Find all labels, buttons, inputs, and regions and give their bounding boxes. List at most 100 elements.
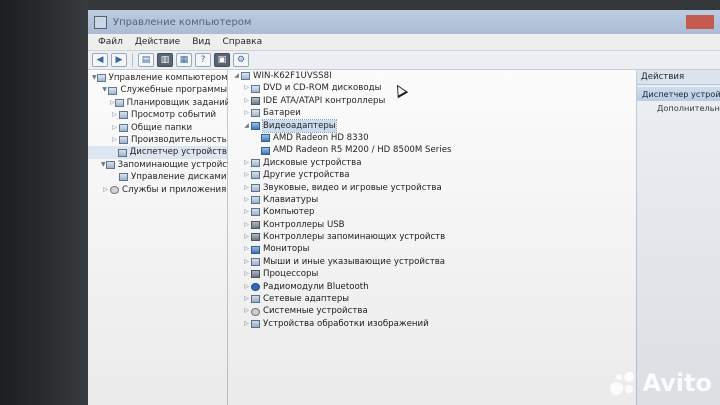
computer-icon: [96, 74, 106, 83]
expand-arrow-icon[interactable]: ▷: [242, 219, 251, 231]
up-folder-icon[interactable]: ▤: [138, 53, 154, 67]
storage-icon: [105, 160, 115, 169]
device-tree-item-row[interactable]: ◢ WIN-K62F1UVSS8I: [228, 70, 636, 82]
device-tree-item-label: AMD Radeon HD 8330: [273, 132, 369, 143]
expand-arrow-icon[interactable]: ▷: [242, 169, 251, 181]
device-tree-item-row[interactable]: ▷ Компьютер: [228, 206, 636, 218]
expand-arrow-icon[interactable]: ▷: [242, 206, 251, 218]
shared-folder-icon: [119, 123, 128, 132]
network-adapter-icon: [251, 295, 260, 304]
console-tree-item-row[interactable]: ▷ Службы и приложения: [88, 184, 227, 196]
menu-file[interactable]: Файл: [98, 37, 123, 47]
actions-header: Действия: [637, 70, 720, 85]
services-icon: [110, 185, 119, 194]
keyboard-icon: [251, 196, 260, 205]
avito-watermark: Avito: [610, 369, 712, 397]
help-icon[interactable]: ?: [195, 53, 211, 67]
console-tree-item-row[interactable]: Диспетчер устройств: [88, 146, 227, 159]
expand-arrow-icon[interactable]: ▷: [242, 256, 251, 268]
expand-arrow-icon[interactable]: ◢: [232, 70, 241, 82]
device-tree-item-row[interactable]: ▷ Контроллеры запоминающих устройств: [228, 231, 636, 243]
forward-arrow-icon[interactable]: ▶: [111, 53, 127, 67]
expand-arrow-icon[interactable]: ▼: [101, 84, 108, 96]
console-tree-item-label: Диспетчер устройств: [129, 147, 227, 158]
expand-arrow-icon[interactable]: ▷: [242, 268, 251, 280]
device-tree-item-row[interactable]: ▷ Контроллеры USB: [228, 219, 636, 231]
expand-arrow-icon[interactable]: ▷: [110, 109, 119, 121]
actions-pane: Действия Диспетчер устройств Дополнитель…: [637, 70, 720, 405]
device-tree-item-label: Системные устройства: [263, 306, 368, 317]
expand-arrow-icon[interactable]: ▷: [242, 231, 251, 243]
console-tree-item-row[interactable]: ▼ Служебные программы: [88, 84, 227, 96]
expand-arrow-icon[interactable]: ▷: [242, 182, 251, 194]
expand-arrow-icon[interactable]: ▷: [242, 107, 251, 119]
console-tree-item-row[interactable]: ▷ Общие папки: [88, 122, 227, 134]
console-tree-item-label: Планировщик заданий: [126, 97, 231, 108]
device-tree-item-row[interactable]: ◢ Видеоадаптеры: [228, 118, 636, 134]
expand-arrow-icon[interactable]: ▷: [242, 281, 251, 293]
console-tree-item-row[interactable]: ▼ Запоминающие устройст: [88, 159, 232, 171]
device-manager-icon: [117, 148, 127, 157]
toolbar: ◀ ▶ ▤ ▥ ▦ ? ▣ ⚙: [88, 51, 720, 70]
actions-more-link[interactable]: Дополнительные: [637, 101, 720, 115]
device-tree-item-row[interactable]: ▷ Звуковые, видео и игровые устройства: [228, 182, 636, 194]
other-devices-icon: [251, 171, 260, 180]
computer-management-window: Управление компьютером Файл Действие Вид…: [88, 10, 720, 405]
device-tree-item-row[interactable]: ▷ Системные устройства: [228, 305, 636, 317]
show-hide-pane-icon[interactable]: ▣: [214, 53, 230, 67]
device-tree-item-row[interactable]: ▷ IDE ATA/ATAPI контроллеры: [228, 95, 636, 107]
device-tree-item-row[interactable]: ▷ Процессоры: [228, 268, 636, 280]
console-tree-icon[interactable]: ▥: [157, 53, 173, 67]
performance-icon: [119, 136, 128, 145]
bluetooth-icon: [251, 282, 260, 291]
expand-arrow-icon[interactable]: ▷: [110, 122, 119, 134]
device-tree-item-row[interactable]: ▷ Клавиатуры: [228, 194, 636, 206]
actions-selected-item[interactable]: Диспетчер устройств: [637, 87, 720, 101]
device-tree-item-row[interactable]: ▷ Мониторы: [228, 243, 636, 255]
device-tree-item-row[interactable]: ▷ Дисковые устройства: [228, 157, 636, 169]
processor-icon: [251, 270, 260, 279]
device-tree-item-label: Контроллеры запоминающих устройств: [263, 232, 446, 243]
expand-arrow-icon[interactable]: ▷: [242, 293, 251, 305]
device-tree-item-row[interactable]: ▷ Другие устройства: [228, 169, 636, 181]
console-tree-item-row[interactable]: ▷ Производительность: [88, 134, 227, 146]
device-tree-item-row[interactable]: ▷ DVD и CD-ROM дисководы: [228, 82, 636, 94]
display-adapter-icon: [261, 146, 270, 155]
expand-arrow-icon[interactable]: ▷: [242, 95, 251, 107]
expand-arrow-icon[interactable]: ▷: [242, 318, 251, 330]
console-tree-item-label: Службы и приложения: [122, 184, 227, 195]
device-tree-item-row[interactable]: ▷ Устройства обработки изображений: [228, 318, 636, 330]
device-tree-item-row[interactable]: ▷ Мыши и иные указывающие устройства: [228, 256, 636, 268]
console-tree-item-label: Служебные программы: [120, 85, 227, 96]
device-tree-item-label: Видеоадаптеры: [262, 118, 337, 134]
close-button[interactable]: [686, 15, 714, 29]
properties-icon[interactable]: ▦: [176, 53, 192, 67]
console-tree-item-row[interactable]: Управление дисками: [88, 171, 227, 183]
device-tree-item-row[interactable]: AMD Radeon R5 M200 / HD 8500M Series: [228, 144, 636, 156]
menu-view[interactable]: Вид: [192, 37, 210, 47]
menu-help[interactable]: Справка: [222, 37, 262, 47]
device-tree-item-label: IDE ATA/ATAPI контроллеры: [263, 95, 386, 106]
device-tree-item-label: DVD и CD-ROM дисководы: [263, 83, 382, 94]
expand-arrow-icon[interactable]: ▷: [110, 134, 119, 146]
expand-arrow-icon[interactable]: ◢: [242, 120, 251, 132]
console-tree-item-row[interactable]: ▷ Просмотр событий: [88, 109, 227, 121]
expand-arrow-icon[interactable]: ▷: [242, 243, 251, 255]
console-tree-item-row[interactable]: ▷ Планировщик заданий: [88, 97, 230, 109]
device-tree-item-row[interactable]: ▷ Радиомодули Bluetooth: [228, 281, 636, 293]
expand-arrow-icon[interactable]: ▷: [242, 194, 251, 206]
scan-hardware-icon[interactable]: ⚙: [233, 53, 249, 67]
expand-arrow-icon[interactable]: ▷: [242, 305, 251, 317]
expand-arrow-icon[interactable]: ▷: [101, 184, 110, 196]
device-tree-item-row[interactable]: ▷ Сетевые адаптеры: [228, 293, 636, 305]
back-arrow-icon[interactable]: ◀: [92, 53, 108, 67]
dvd-drive-icon: [251, 84, 260, 93]
menu-action[interactable]: Действие: [135, 37, 180, 47]
display-adapter-icon: [251, 121, 260, 130]
expand-arrow-icon[interactable]: ▷: [242, 82, 251, 94]
device-tree-item-row[interactable]: AMD Radeon HD 8330: [228, 132, 636, 144]
expand-arrow-icon[interactable]: ▷: [242, 157, 251, 169]
monitor-bezel: [0, 0, 88, 405]
device-tree-item-row[interactable]: ▷ Батареи: [228, 107, 636, 119]
console-tree-item-row[interactable]: ▼ Управление компьютером (л: [88, 72, 239, 84]
